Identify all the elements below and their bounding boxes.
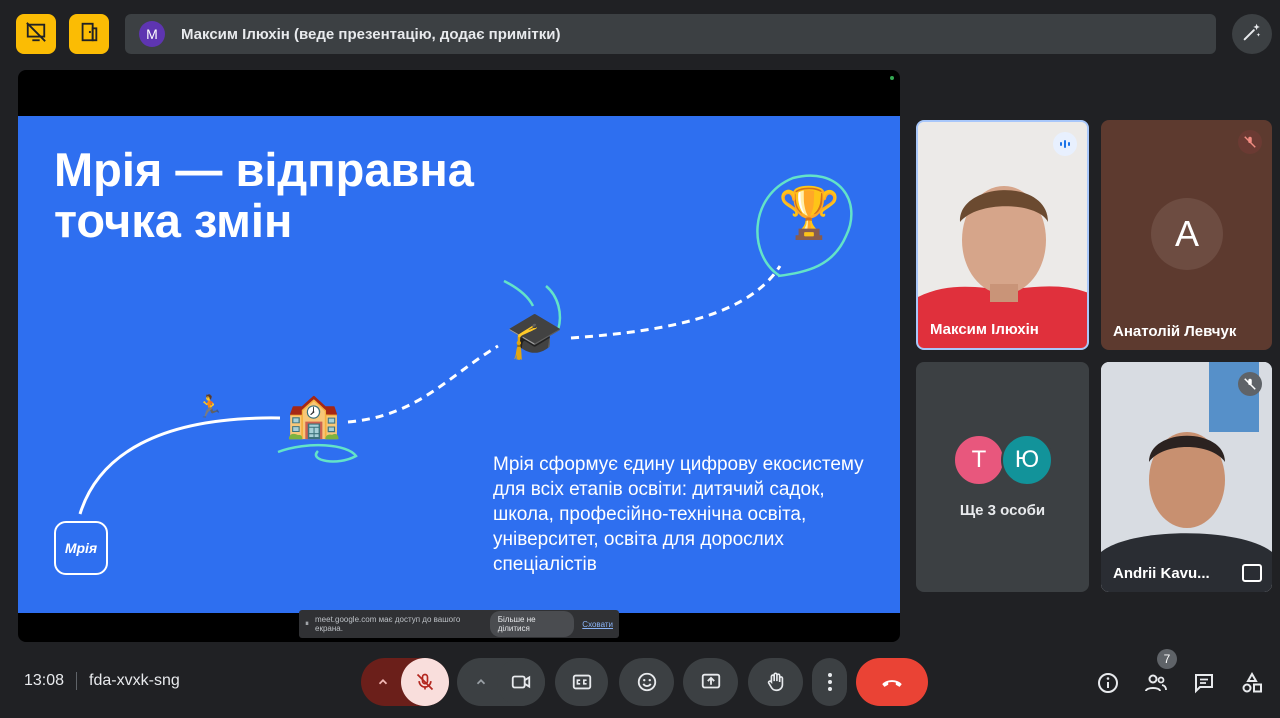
more-vert-icon (827, 673, 832, 691)
participant-tile-anatolii[interactable]: А Анатолій Левчук (1101, 120, 1272, 350)
school-emoji: 🏫 (286, 391, 341, 440)
avatar: А (1151, 198, 1223, 270)
presenter-label: Максим Ілюхін (веде презентацію, додає п… (181, 25, 561, 43)
hide-presentation-button[interactable] (16, 14, 56, 54)
meeting-details-button[interactable] (1095, 670, 1121, 696)
participant-name: Andrii Kavu... (1113, 565, 1210, 582)
raise-hand-button[interactable] (748, 658, 803, 706)
mic-off-icon (416, 673, 434, 691)
participant-name: Максим Ілюхін (930, 321, 1039, 338)
camera-control-group (457, 658, 545, 706)
more-options-button[interactable] (812, 658, 847, 706)
meeting-time: 13:08 (24, 672, 65, 689)
presentation-off-icon (25, 21, 47, 48)
runner-emoji: 🏃 (196, 394, 224, 419)
stop-sharing-button[interactable]: Більше не ділитися (489, 611, 575, 637)
participant-tile-andrii[interactable]: Andrii Kavu... (1101, 362, 1272, 592)
camera-icon (511, 675, 531, 689)
slide-title: Мрія — відправна точка змін (54, 143, 474, 247)
leave-call-button[interactable] (856, 658, 928, 706)
participant-tile-maksym[interactable]: Максим Ілюхін (916, 120, 1089, 350)
chat-icon (1195, 674, 1213, 694)
meeting-info: 13:08 fda-xvxk-sng (24, 672, 180, 690)
mic-toggle-button[interactable] (401, 658, 449, 706)
presentation-stage: Мрія — відправна точка змін 🏃 🏫 🎓 🏆 Мрія… (18, 70, 900, 642)
presenter-banner: M Максим Ілюхін (веде презентацію, додає… (125, 14, 1216, 54)
present-screen-icon (701, 673, 720, 689)
captions-button[interactable] (555, 658, 608, 706)
meeting-code: fda-xvxk-sng (89, 672, 180, 689)
pause-icon: ⏸ (305, 619, 309, 628)
avatar: Т (953, 434, 1005, 486)
mic-off-icon (1238, 130, 1262, 154)
info-icon (1098, 673, 1118, 693)
annotate-button[interactable] (1232, 14, 1272, 54)
chevron-up-icon (378, 679, 388, 685)
audio-options-button[interactable] (371, 670, 395, 694)
slide-body: Мрія сформує єдину цифрову екосистему дл… (493, 454, 864, 575)
camera-toggle-button[interactable] (497, 658, 545, 706)
present-button[interactable] (683, 658, 738, 706)
people-count-badge: 7 (1157, 649, 1177, 669)
activities-icon (1242, 671, 1262, 693)
hide-notice-link[interactable]: Сховати (582, 620, 613, 629)
chevron-up-icon (476, 679, 486, 685)
status-dot (890, 76, 894, 80)
share-notice-text: meet.google.com має доступ до вашого екр… (315, 615, 461, 633)
pip-icon[interactable] (1242, 564, 1262, 582)
screen-share-notice: ⏸ meet.google.com має доступ до вашого е… (299, 610, 619, 638)
mria-logo: Мрія (54, 521, 108, 575)
video-options-button[interactable] (469, 670, 493, 694)
chat-button[interactable] (1191, 670, 1217, 696)
hand-icon (767, 672, 783, 692)
participant-video (1101, 362, 1272, 592)
speaking-indicator (1053, 132, 1077, 156)
door-icon (78, 21, 100, 48)
captions-icon (572, 674, 591, 690)
activities-button[interactable] (1239, 670, 1265, 696)
pen-sparkle-icon (1241, 21, 1263, 48)
graduation-cap-emoji: 🎓 (506, 309, 564, 361)
trophy-emoji: 🏆 (778, 185, 841, 241)
reactions-button[interactable] (619, 658, 674, 706)
presenter-avatar: M (139, 21, 165, 47)
end-call-icon (882, 680, 902, 687)
participant-video (918, 122, 1087, 348)
others-count-label: Ще 3 особи (959, 502, 1046, 519)
avatar: Ю (1001, 434, 1053, 486)
others-tile[interactable]: Т Ю Ще 3 особи (916, 362, 1089, 592)
pip-button[interactable] (69, 14, 109, 54)
mic-off-icon (1238, 372, 1262, 396)
people-button[interactable] (1143, 670, 1169, 696)
divider (76, 672, 78, 690)
emoji-icon (637, 672, 656, 692)
people-icon (1145, 674, 1167, 692)
mic-control-group (361, 658, 449, 706)
slide: Мрія — відправна точка змін 🏃 🏫 🎓 🏆 Мрія… (18, 116, 900, 613)
participant-name: Анатолій Левчук (1113, 323, 1237, 340)
